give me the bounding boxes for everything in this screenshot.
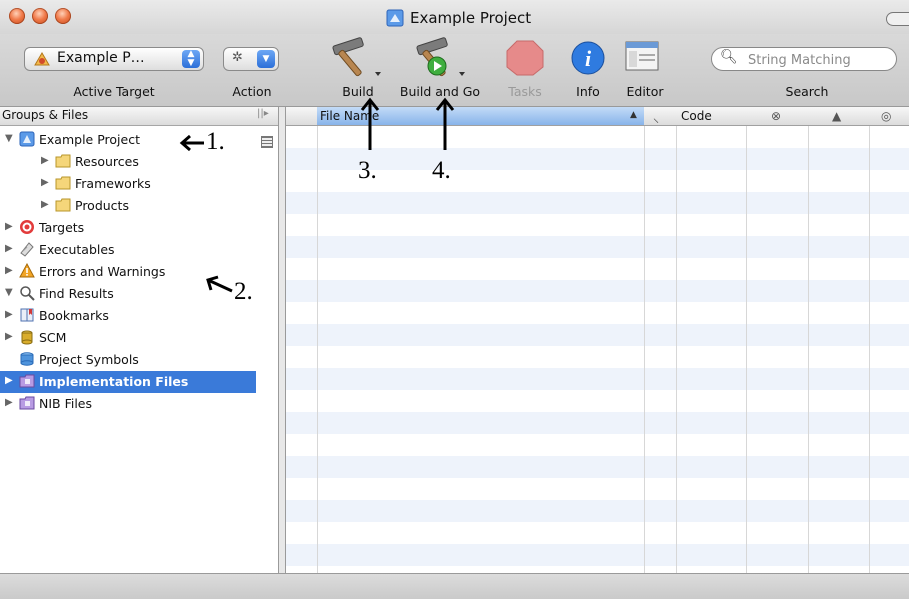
annotation-label-2: 2.: [234, 278, 253, 305]
annotation-label-4: 4.: [432, 157, 451, 184]
annotation-arrow-3: [360, 97, 380, 150]
annotation-arrow-1: [179, 134, 204, 152]
annotation-arrows: [179, 97, 455, 293]
annotation-label-3: 3.: [358, 157, 377, 184]
xcode-project-window: Example Project Example P… ▲ ▼ Active Tar…: [0, 0, 909, 599]
annotation-label-1: 1.: [206, 128, 225, 155]
annotation-arrow-4: [435, 97, 455, 150]
annotation-arrow-2: [206, 275, 233, 293]
